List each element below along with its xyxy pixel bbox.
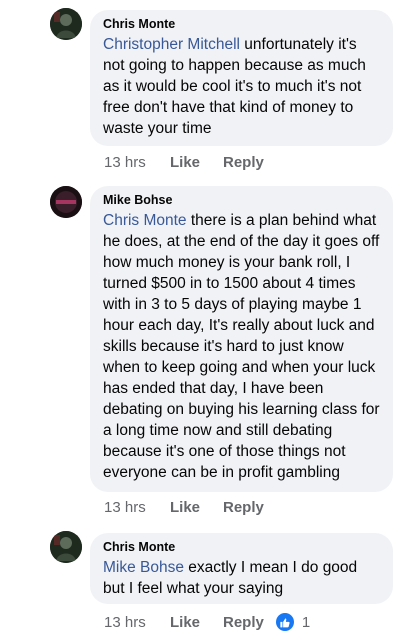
comment-author[interactable]: Chris Monte (103, 540, 380, 555)
reply-button[interactable]: Reply (223, 614, 264, 631)
reply-button[interactable]: Reply (223, 154, 264, 171)
thumbs-up-icon (275, 613, 294, 631)
avatar[interactable] (50, 531, 82, 563)
comment-text: Chris Monte there is a plan behind what … (103, 210, 380, 483)
reaction-summary[interactable]: 1 (275, 613, 311, 631)
avatar[interactable] (50, 8, 82, 40)
reaction-count: 1 (301, 613, 311, 631)
comment-bubble: Chris Monte Christopher Mitchell unfortu… (90, 10, 393, 146)
comment-text: Christopher Mitchell unfortunately it's … (103, 34, 380, 139)
comment-actions: 13 hrs Like Reply 1 (104, 613, 310, 631)
comment-bubble: Chris Monte Mike Bohse exactly I mean I … (90, 533, 393, 604)
reply-button[interactable]: Reply (223, 499, 264, 516)
like-button[interactable]: Like (170, 499, 223, 516)
like-button[interactable]: Like (170, 154, 223, 171)
avatar[interactable] (50, 186, 82, 218)
comment-author[interactable]: Chris Monte (103, 17, 380, 32)
comment-actions: 13 hrs Like Reply (104, 499, 264, 516)
comment-timestamp[interactable]: 13 hrs (104, 154, 170, 171)
comment-timestamp[interactable]: 13 hrs (104, 499, 170, 516)
comment-actions: 13 hrs Like Reply (104, 154, 264, 171)
mention-link[interactable]: Mike Bohse (103, 559, 184, 576)
comment-text: Mike Bohse exactly I mean I do good but … (103, 557, 380, 599)
comment-body: there is a plan behind what he does, at … (103, 212, 380, 481)
comment-timestamp[interactable]: 13 hrs (104, 614, 170, 631)
comment-author[interactable]: Mike Bohse (103, 193, 380, 208)
comment-thread: Chris Monte Christopher Mitchell unfortu… (0, 0, 415, 640)
comment-bubble: Mike Bohse Chris Monte there is a plan b… (90, 186, 393, 492)
mention-link[interactable]: Christopher Mitchell (103, 36, 240, 53)
mention-link[interactable]: Chris Monte (103, 212, 187, 229)
like-button[interactable]: Like (170, 614, 223, 631)
